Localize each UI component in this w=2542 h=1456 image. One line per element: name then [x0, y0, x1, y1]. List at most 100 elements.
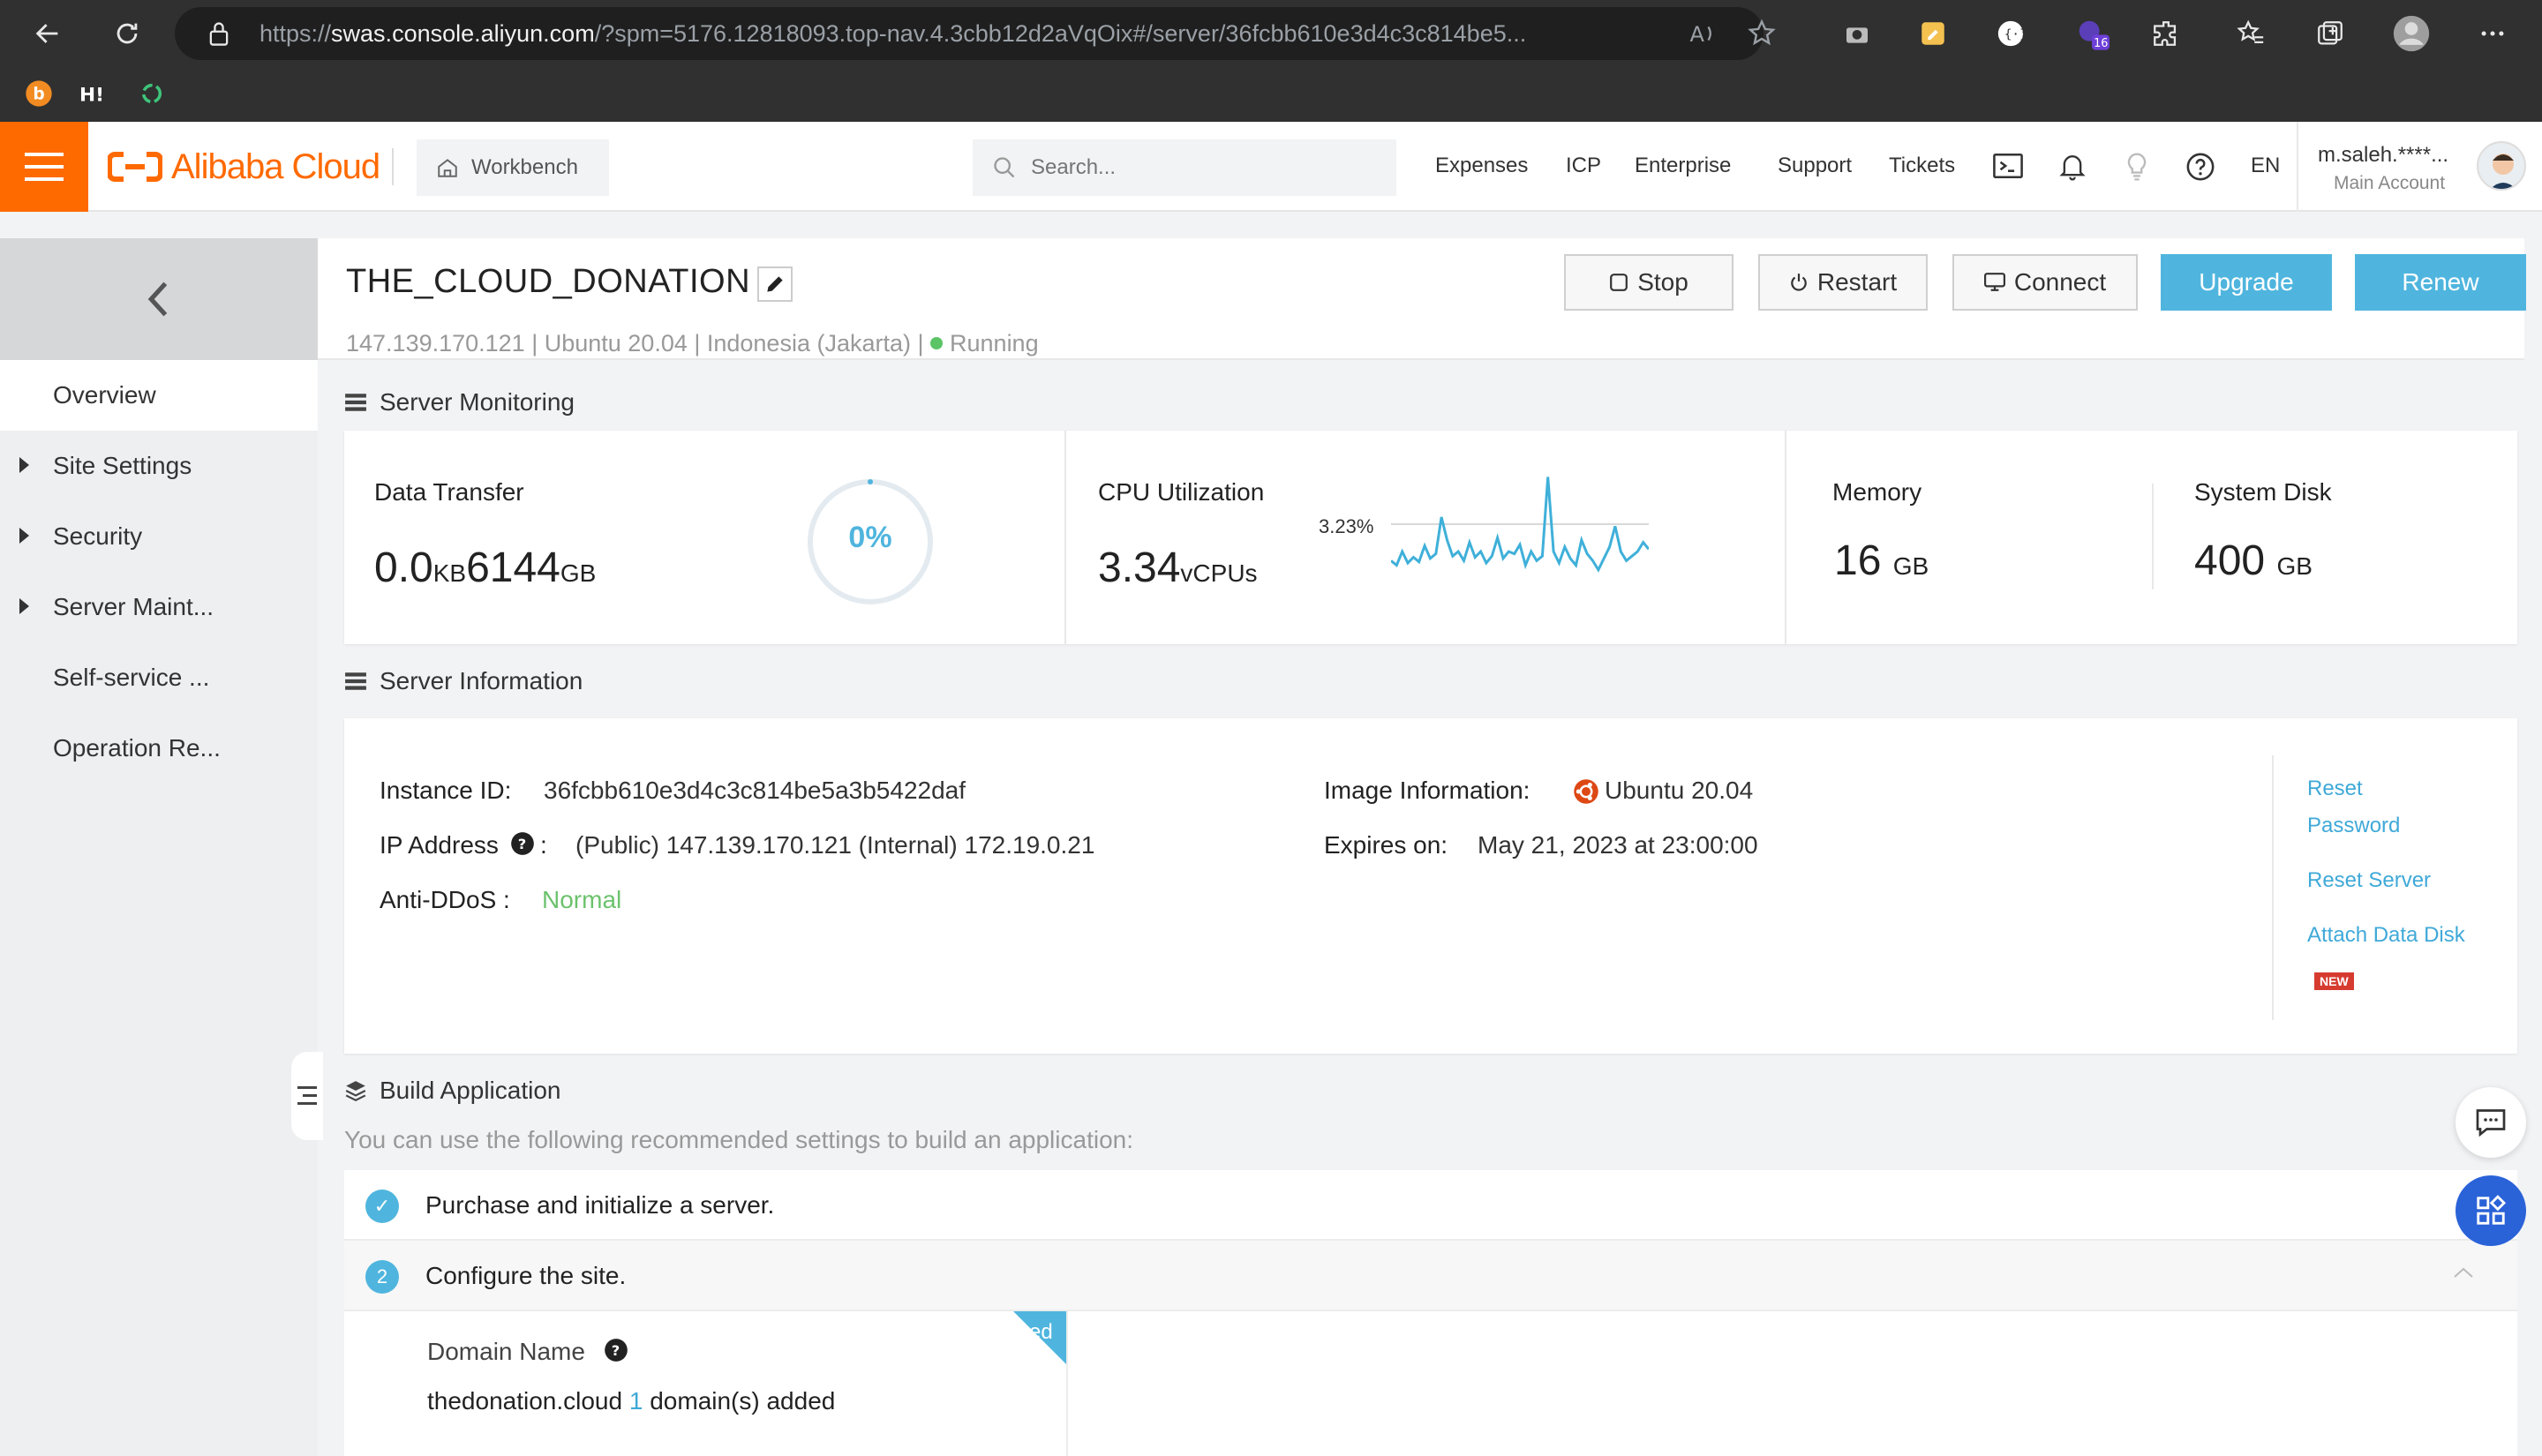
collections-icon[interactable]: [2309, 12, 2351, 55]
reset-password-link[interactable]: Reset: [2307, 777, 2363, 801]
back-icon[interactable]: [26, 12, 69, 55]
cpu-value: 3.34vCPUs: [1098, 544, 1258, 591]
b-bookmark-icon[interactable]: b: [21, 76, 56, 111]
chat-button[interactable]: [2456, 1087, 2526, 1158]
upgrade-button[interactable]: Upgrade: [2161, 254, 2332, 311]
sidebar-item-security[interactable]: Security: [0, 501, 318, 572]
restart-button[interactable]: Restart: [1758, 254, 1928, 311]
more-menu-icon[interactable]: [2471, 12, 2514, 55]
apps-button[interactable]: [2456, 1175, 2526, 1246]
sidebar-item-label: Server Maint...: [53, 593, 214, 620]
ip-colon: :: [540, 831, 547, 859]
step-text: Configure the site.: [425, 1262, 627, 1289]
list-icon: [345, 672, 366, 690]
status-dot: [930, 337, 944, 349]
console-top-nav: Alibaba Cloud Workbench Expenses ICP Ent…: [0, 122, 2542, 212]
ribbon-text: ed: [1029, 1320, 1053, 1344]
sidebar-item-label: Site Settings: [53, 452, 192, 479]
extensions-puzzle-icon[interactable]: [2145, 12, 2187, 55]
sidebar-item-server-maintenance[interactable]: Server Maint...: [0, 572, 318, 642]
stop-button[interactable]: Stop: [1564, 254, 1734, 311]
sidebar-item-label: Security: [53, 522, 143, 550]
reset-password-link-line2[interactable]: Password: [2307, 814, 2400, 838]
memory-value: 16 GB: [1834, 537, 1929, 584]
reset-server-link[interactable]: Reset Server: [2307, 868, 2431, 893]
disk-label: System Disk: [2194, 478, 2332, 506]
read-aloud-icon[interactable]: A: [1686, 18, 1718, 54]
connect-button[interactable]: Connect: [1952, 254, 2138, 311]
attach-data-disk-link[interactable]: Attach Data Disk: [2307, 923, 2465, 948]
favorites-icon[interactable]: [2230, 12, 2272, 55]
search-input[interactable]: [1031, 155, 1366, 180]
nav-icp[interactable]: ICP: [1566, 154, 1601, 178]
added-ribbon: ed: [1013, 1311, 1066, 1364]
sidebar-item-label: Self-service ...: [53, 664, 210, 691]
sidebar-item-self-service[interactable]: Self-service ...: [0, 642, 318, 713]
chevron-left-icon: [147, 281, 168, 317]
step-text: Purchase and initialize a server.: [425, 1191, 775, 1219]
sidebar-back-button[interactable]: [0, 238, 318, 360]
help-circle-icon[interactable]: ?: [604, 1338, 628, 1367]
url-text: https://swas.console.aliyun.com/?spm=517…: [259, 20, 1527, 47]
sidebar-item-operation-records[interactable]: Operation Re...: [0, 713, 318, 784]
expires-value: May 21, 2023 at 23:00:00: [1478, 831, 1758, 859]
ip-address-value: (Public) 147.139.170.121 (Internal) 172.…: [575, 831, 1095, 859]
lock-icon: [207, 19, 231, 52]
sidebar-item-site-settings[interactable]: Site Settings: [0, 431, 318, 501]
svg-text:A: A: [1690, 22, 1705, 47]
nav-expenses[interactable]: Expenses: [1435, 154, 1528, 178]
sync-bookmark-icon[interactable]: [134, 76, 169, 111]
chevron-up-icon[interactable]: [2452, 1264, 2475, 1286]
section-title-text: Build Application: [380, 1077, 561, 1104]
favorite-add-icon[interactable]: [1746, 18, 1778, 54]
renew-label: Renew: [2402, 268, 2479, 296]
address-bar[interactable]: https://swas.console.aliyun.com/?spm=517…: [175, 7, 1776, 60]
profile-icon[interactable]: [2390, 12, 2433, 55]
notes-extension-icon[interactable]: [1912, 12, 1954, 55]
help-circle-icon[interactable]: ?: [510, 831, 535, 860]
restart-label: Restart: [1816, 268, 1898, 296]
renew-button[interactable]: Renew: [2355, 254, 2526, 311]
step-purchase[interactable]: ✓ Purchase and initialize a server.: [344, 1170, 2517, 1241]
avatar[interactable]: [2477, 141, 2526, 191]
cpu-label: CPU Utilization: [1098, 478, 1265, 506]
lightbulb-icon[interactable]: [2124, 152, 2150, 186]
reload-icon[interactable]: [106, 12, 148, 55]
sidebar-item-label: Overview: [53, 381, 156, 409]
sidebar-item-overview[interactable]: Overview: [0, 360, 318, 431]
step-configure[interactable]: 2 Configure the site.: [344, 1241, 2517, 1311]
terminal-icon[interactable]: [1993, 152, 2023, 184]
help-icon[interactable]: [2185, 152, 2215, 186]
user-menu[interactable]: m.saleh.****... Main Account: [2297, 122, 2542, 212]
language-switch[interactable]: EN: [2251, 154, 2280, 178]
code-extension-icon[interactable]: {·}: [1989, 12, 2032, 55]
monitoring-section-title: Server Monitoring: [344, 388, 575, 417]
domain-count-link[interactable]: 1: [629, 1387, 643, 1415]
home-icon: [438, 159, 457, 177]
nav-tickets[interactable]: Tickets: [1889, 154, 1955, 178]
camera-extension-icon[interactable]: [1836, 12, 1878, 55]
workbench-button[interactable]: Workbench: [417, 139, 609, 196]
step-number: 2: [365, 1260, 399, 1294]
instance-id-value: 36fcbb610e3d4c3c814be5a3b5422daf: [544, 777, 966, 804]
domain-value: thedonation.cloud: [427, 1387, 623, 1415]
badge-extension-icon[interactable]: 16: [2071, 12, 2113, 55]
hi-bookmark-icon[interactable]: H!: [78, 76, 113, 111]
menu-icon[interactable]: [0, 122, 88, 212]
nav-enterprise[interactable]: Enterprise: [1635, 154, 1731, 178]
user-role: Main Account: [2334, 173, 2446, 193]
nav-support[interactable]: Support: [1778, 154, 1852, 178]
sidebar-collapse-toggle[interactable]: [291, 1052, 323, 1140]
alibaba-logo-icon: [108, 152, 162, 182]
transfer-gauge: 0%: [805, 477, 936, 607]
edit-name-icon[interactable]: [757, 266, 793, 302]
divider: [392, 148, 394, 185]
svg-text:b: b: [33, 86, 44, 104]
upgrade-label: Upgrade: [2199, 268, 2294, 296]
alibaba-cloud-logo[interactable]: Alibaba Cloud: [108, 145, 380, 189]
search-box[interactable]: [973, 139, 1396, 196]
server-info-card: Instance ID: 36fcbb610e3d4c3c814be5a3b54…: [344, 718, 2517, 1054]
server-meta: 147.139.170.121 | Ubuntu 20.04 | Indones…: [346, 330, 1039, 357]
bell-icon[interactable]: [2058, 152, 2087, 186]
server-meta-text: 147.139.170.121 | Ubuntu 20.04 | Indones…: [346, 330, 931, 356]
